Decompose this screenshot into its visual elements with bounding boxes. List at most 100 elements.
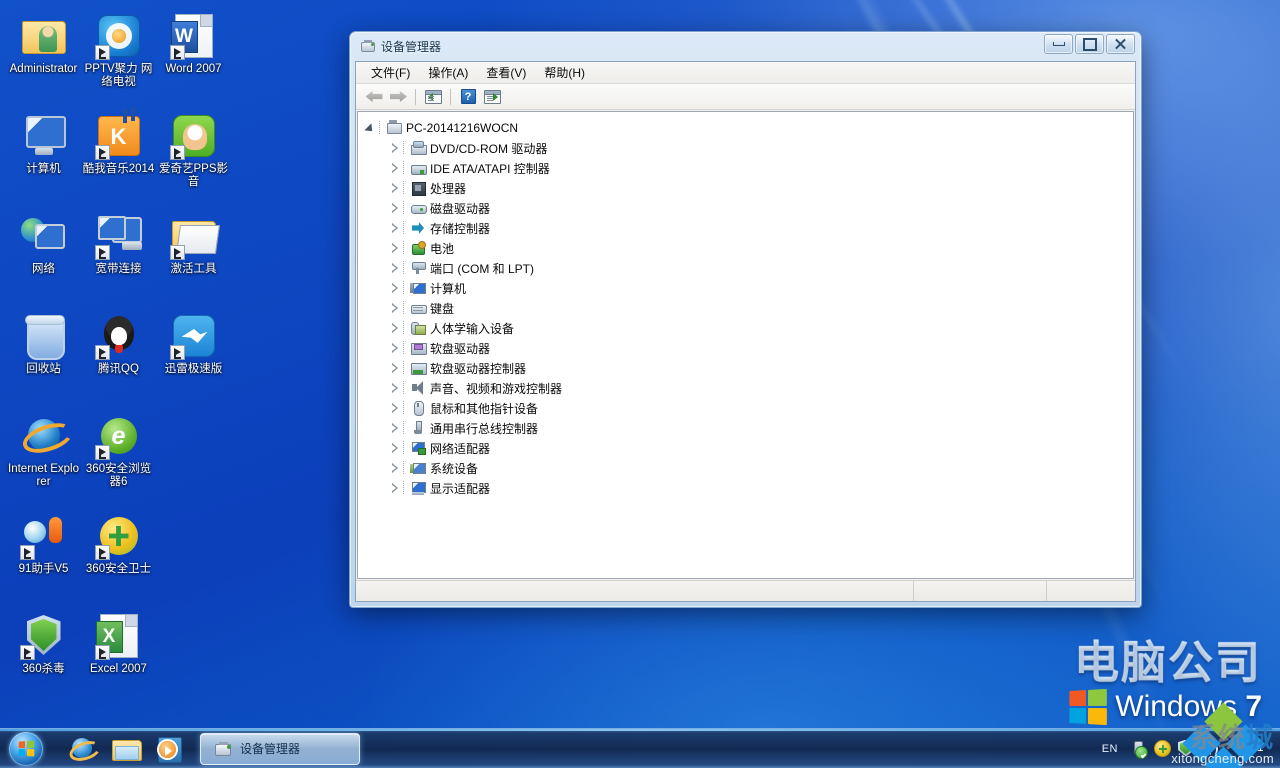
expand-triangle-icon[interactable] — [388, 481, 402, 495]
tree-node-label: 通用串行总线控制器 — [430, 421, 539, 436]
tree-node[interactable]: 磁盘驱动器 — [378, 198, 1133, 218]
expand-triangle-icon[interactable] — [388, 261, 402, 275]
tree-connector-line — [402, 361, 410, 375]
start-button[interactable] — [2, 730, 50, 768]
tree-node[interactable]: 软盘驱动器控制器 — [378, 358, 1133, 378]
shortcut-overlay-icon — [169, 245, 185, 260]
device-tree[interactable]: PC-20141216WOCN DVD/CD-ROM 驱动器 IDE ATA/ATA… — [357, 111, 1134, 579]
desktop-icon-label: 回收站 — [26, 363, 61, 375]
language-indicator[interactable]: EN — [1098, 742, 1122, 756]
expand-triangle-icon[interactable] — [388, 301, 402, 315]
help-icon: ? — [460, 89, 476, 104]
back-button[interactable] — [363, 86, 385, 108]
desktop-icon-10[interactable]: 腾讯QQ — [81, 306, 156, 406]
expand-triangle-icon[interactable] — [388, 461, 402, 475]
desktop-icon-18[interactable]: 360杀毒 — [6, 606, 81, 706]
taskbar[interactable]: 设备管理器 EN 13:21 — [0, 728, 1280, 768]
properties-button[interactable] — [481, 86, 503, 108]
device-manager-window[interactable]: 设备管理器 文件(F) 操作(A) 查看(V) 帮助(H) ? PC-20141216… — [349, 31, 1142, 608]
safely-remove-hardware-icon[interactable] — [1129, 740, 1148, 759]
quicklaunch-explorer[interactable] — [106, 732, 146, 766]
expand-triangle-icon[interactable] — [388, 441, 402, 455]
menu-help[interactable]: 帮助(H) — [535, 62, 594, 83]
tree-node[interactable]: 处理器 — [378, 178, 1133, 198]
expand-triangle-icon[interactable] — [388, 181, 402, 195]
task-button-list: 设备管理器 — [200, 732, 360, 765]
collapse-triangle-icon[interactable] — [364, 121, 378, 135]
tree-children: DVD/CD-ROM 驱动器 IDE ATA/ATAPI 控制器 处理器 磁盘驱动器存… — [358, 138, 1133, 498]
desktop-icon-label: Administrator — [9, 63, 78, 75]
desktop-icon-8[interactable]: 激活工具 — [156, 206, 231, 306]
desktop-icon-4[interactable]: 酷我音乐2014 — [81, 106, 156, 206]
desktop-icon-7[interactable]: 宽带连接 — [81, 206, 156, 306]
maximize-button[interactable] — [1075, 34, 1104, 54]
360-antivirus-tray-icon[interactable] — [1178, 740, 1194, 758]
mouse-icon — [410, 400, 426, 416]
desktop-icon-13[interactable]: 360安全浏览器6 — [81, 406, 156, 506]
tree-node[interactable]: 鼠标和其他指针设备 — [378, 398, 1133, 418]
menu-action[interactable]: 操作(A) — [419, 62, 477, 83]
minimize-button[interactable] — [1044, 34, 1073, 54]
tree-node[interactable]: 软盘驱动器 — [378, 338, 1133, 358]
expand-triangle-icon[interactable] — [388, 241, 402, 255]
quicklaunch-media-player[interactable] — [150, 732, 190, 766]
desktop-icon-15[interactable]: 91助手V5 — [6, 506, 81, 606]
expand-triangle-icon[interactable] — [388, 401, 402, 415]
menu-view[interactable]: 查看(V) — [477, 62, 535, 83]
shortcut-overlay-icon — [94, 445, 110, 460]
desktop-icon-19[interactable]: Excel 2007 — [81, 606, 156, 706]
desktop-icon-0[interactable]: Administrator — [6, 6, 81, 106]
expand-triangle-icon[interactable] — [388, 201, 402, 215]
help-button[interactable]: ? — [457, 86, 479, 108]
expand-triangle-icon[interactable] — [388, 221, 402, 235]
tree-connector-line — [402, 201, 410, 215]
tree-node-label: 显示适配器 — [430, 481, 491, 496]
expand-triangle-icon[interactable] — [388, 321, 402, 335]
desktop-icon-16[interactable]: 360安全卫士 — [81, 506, 156, 606]
taskbar-button-device-manager[interactable]: 设备管理器 — [200, 732, 360, 765]
tree-node[interactable]: 通用串行总线控制器 — [378, 418, 1133, 438]
show-console-tree-button[interactable] — [422, 86, 444, 108]
shortcut-overlay-icon — [94, 145, 110, 160]
desktop-icon-5[interactable]: 爱奇艺PPS影音 — [156, 106, 231, 206]
expand-triangle-icon[interactable] — [388, 361, 402, 375]
close-button[interactable] — [1106, 34, 1135, 54]
tree-node[interactable]: 端口 (COM 和 LPT) — [378, 258, 1133, 278]
tree-node[interactable]: 电池 — [378, 238, 1133, 258]
forward-button[interactable] — [387, 86, 409, 108]
desktop-icon-3[interactable]: 计算机 — [6, 106, 81, 206]
tree-node-label: PC-20141216WOCN — [406, 121, 519, 135]
360-safeguard-tray-icon[interactable] — [1154, 740, 1171, 757]
tree-node[interactable]: 键盘 — [378, 298, 1133, 318]
tree-node[interactable]: DVD/CD-ROM 驱动器 — [378, 138, 1133, 158]
menu-file[interactable]: 文件(F) — [362, 62, 419, 83]
volume-icon[interactable] — [1201, 741, 1219, 757]
tree-root-node[interactable]: PC-20141216WOCN — [358, 118, 1133, 138]
expand-triangle-icon[interactable] — [388, 381, 402, 395]
desktop-icon-1[interactable]: PPTV聚力 网络电视 — [81, 6, 156, 106]
tree-node[interactable]: 声音、视频和游戏控制器 — [378, 378, 1133, 398]
clock[interactable]: 13:21 — [1226, 742, 1274, 755]
expand-triangle-icon[interactable] — [388, 141, 402, 155]
quicklaunch-ie[interactable] — [62, 732, 102, 766]
tree-node[interactable]: 计算机 — [378, 278, 1133, 298]
expand-triangle-icon[interactable] — [388, 421, 402, 435]
expand-triangle-icon[interactable] — [388, 281, 402, 295]
desktop-icon-9[interactable]: 回收站 — [6, 306, 81, 406]
shortcut-overlay-icon — [19, 545, 35, 560]
tree-node[interactable]: IDE ATA/ATAPI 控制器 — [378, 158, 1133, 178]
expand-triangle-icon[interactable] — [388, 161, 402, 175]
tree-node[interactable]: 人体学输入设备 — [378, 318, 1133, 338]
desktop-icon-2[interactable]: Word 2007 — [156, 6, 231, 106]
desktop-icon-label: 宽带连接 — [95, 263, 142, 275]
window-titlebar[interactable]: 设备管理器 — [355, 32, 1136, 61]
tree-node[interactable]: 网络适配器 — [378, 438, 1133, 458]
hid-icon — [410, 320, 426, 336]
tree-node[interactable]: 显示适配器 — [378, 478, 1133, 498]
desktop-icon-12[interactable]: Internet Explorer — [6, 406, 81, 506]
tree-node[interactable]: 存储控制器 — [378, 218, 1133, 238]
expand-triangle-icon[interactable] — [388, 341, 402, 355]
tree-node[interactable]: 系统设备 — [378, 458, 1133, 478]
desktop-icon-6[interactable]: 网络 — [6, 206, 81, 306]
desktop-icon-11[interactable]: 迅雷极速版 — [156, 306, 231, 406]
